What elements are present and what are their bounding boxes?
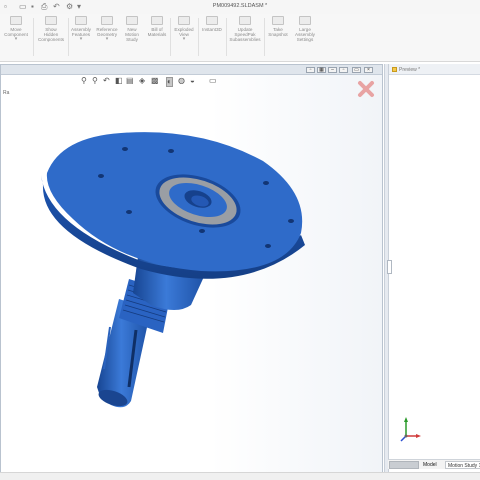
window-title: PM009492.SLDASM * <box>212 3 268 9</box>
section-view-icon[interactable]: ◧ <box>115 77 123 85</box>
tab-motion-study[interactable]: Motion Study 1 <box>445 461 480 469</box>
view-orientation-icon[interactable]: ◈ <box>139 77 145 85</box>
instant3d-icon <box>206 16 218 25</box>
dynamic-annotation-icon[interactable]: ▤ <box>126 77 134 85</box>
assembly-features-button[interactable]: Assembly Features ▾ <box>68 16 94 43</box>
assembly-features-icon <box>75 16 87 25</box>
reference-geometry-icon <box>101 16 113 25</box>
exploded-view-button[interactable]: Exploded View ▾ <box>170 16 198 43</box>
zoom-area-icon[interactable]: ⚲ <box>92 77 98 85</box>
view-settings-icon[interactable]: ▭ <box>209 77 217 85</box>
camera-icon <box>272 16 284 25</box>
reference-geometry-button[interactable]: Reference Geometry ▾ <box>94 16 120 43</box>
quick-access-toolbar: ▫ ▭ ▪ ⎙ ↶ ⚙ ▾ PM009492.SLDASM * <box>0 0 480 14</box>
large-assembly-icon <box>299 16 311 25</box>
preview-icon <box>392 67 397 72</box>
chevron-down-icon[interactable]: ▾ <box>68 37 94 42</box>
exploded-view-icon <box>178 16 190 25</box>
preview-panel-header: Preview * <box>389 64 480 75</box>
apply-scene-icon[interactable]: ◒ <box>190 77 195 85</box>
edit-appearance-icon[interactable]: ◍ <box>178 77 185 85</box>
chevron-down-icon[interactable]: ▾ <box>1 37 31 42</box>
update-speedpak-button[interactable]: Update SpeedPak Subassemblies <box>226 16 264 43</box>
hide-show-icon[interactable]: ◐ <box>166 77 173 87</box>
graphics-area[interactable]: ▫ ▦ – ▫ ▭ × Ra ⚲ ⚲ ↶ ◧ ▤ ◈ ▩ ◐ ◍ ◒ ▭ <box>0 64 383 473</box>
chevron-down-icon[interactable]: ▾ <box>170 37 198 42</box>
move-component-button[interactable]: Move Component ▾ <box>1 16 31 43</box>
display-style-icon[interactable]: ▩ <box>151 77 159 85</box>
show-hidden-components-button[interactable]: Show Hidden Components <box>35 16 67 43</box>
chevron-down-icon[interactable]: ▾ <box>94 37 120 42</box>
confirmation-corner-close-icon[interactable] <box>358 81 374 97</box>
command-manager-ribbon: Move Component ▾ Show Hidden Components … <box>0 14 480 62</box>
preview-panel-title: Preview * <box>399 67 421 73</box>
move-icon <box>10 16 22 25</box>
bom-icon <box>151 16 163 25</box>
model-tabs-bar: Model Motion Study 1 <box>388 459 480 469</box>
tab-model[interactable]: Model <box>421 461 439 469</box>
tab-scroll-arrows[interactable] <box>389 461 419 469</box>
large-assembly-settings-button[interactable]: Large Assembly Settings <box>292 16 318 43</box>
status-bar <box>0 472 480 480</box>
zoom-to-fit-icon[interactable]: ⚲ <box>81 77 87 85</box>
bill-of-materials-button[interactable]: Bill of Materials <box>144 16 170 37</box>
new-motion-study-button[interactable]: New Motion Study <box>120 16 144 43</box>
previous-view-icon[interactable]: ↶ <box>103 77 110 85</box>
reference-triad-icon <box>400 417 421 442</box>
motion-study-icon <box>126 16 138 25</box>
assembly-model[interactable] <box>1 65 383 473</box>
preview-panel: Preview * <box>388 64 480 473</box>
speedpak-icon <box>239 16 251 25</box>
ribbon-divider <box>33 18 34 56</box>
instant3d-button[interactable]: Instant3D <box>198 16 226 32</box>
take-snapshot-button[interactable]: Take Snapshot <box>264 16 292 37</box>
show-hidden-icon <box>45 16 57 25</box>
splitter-grip-handle[interactable] <box>387 260 392 274</box>
